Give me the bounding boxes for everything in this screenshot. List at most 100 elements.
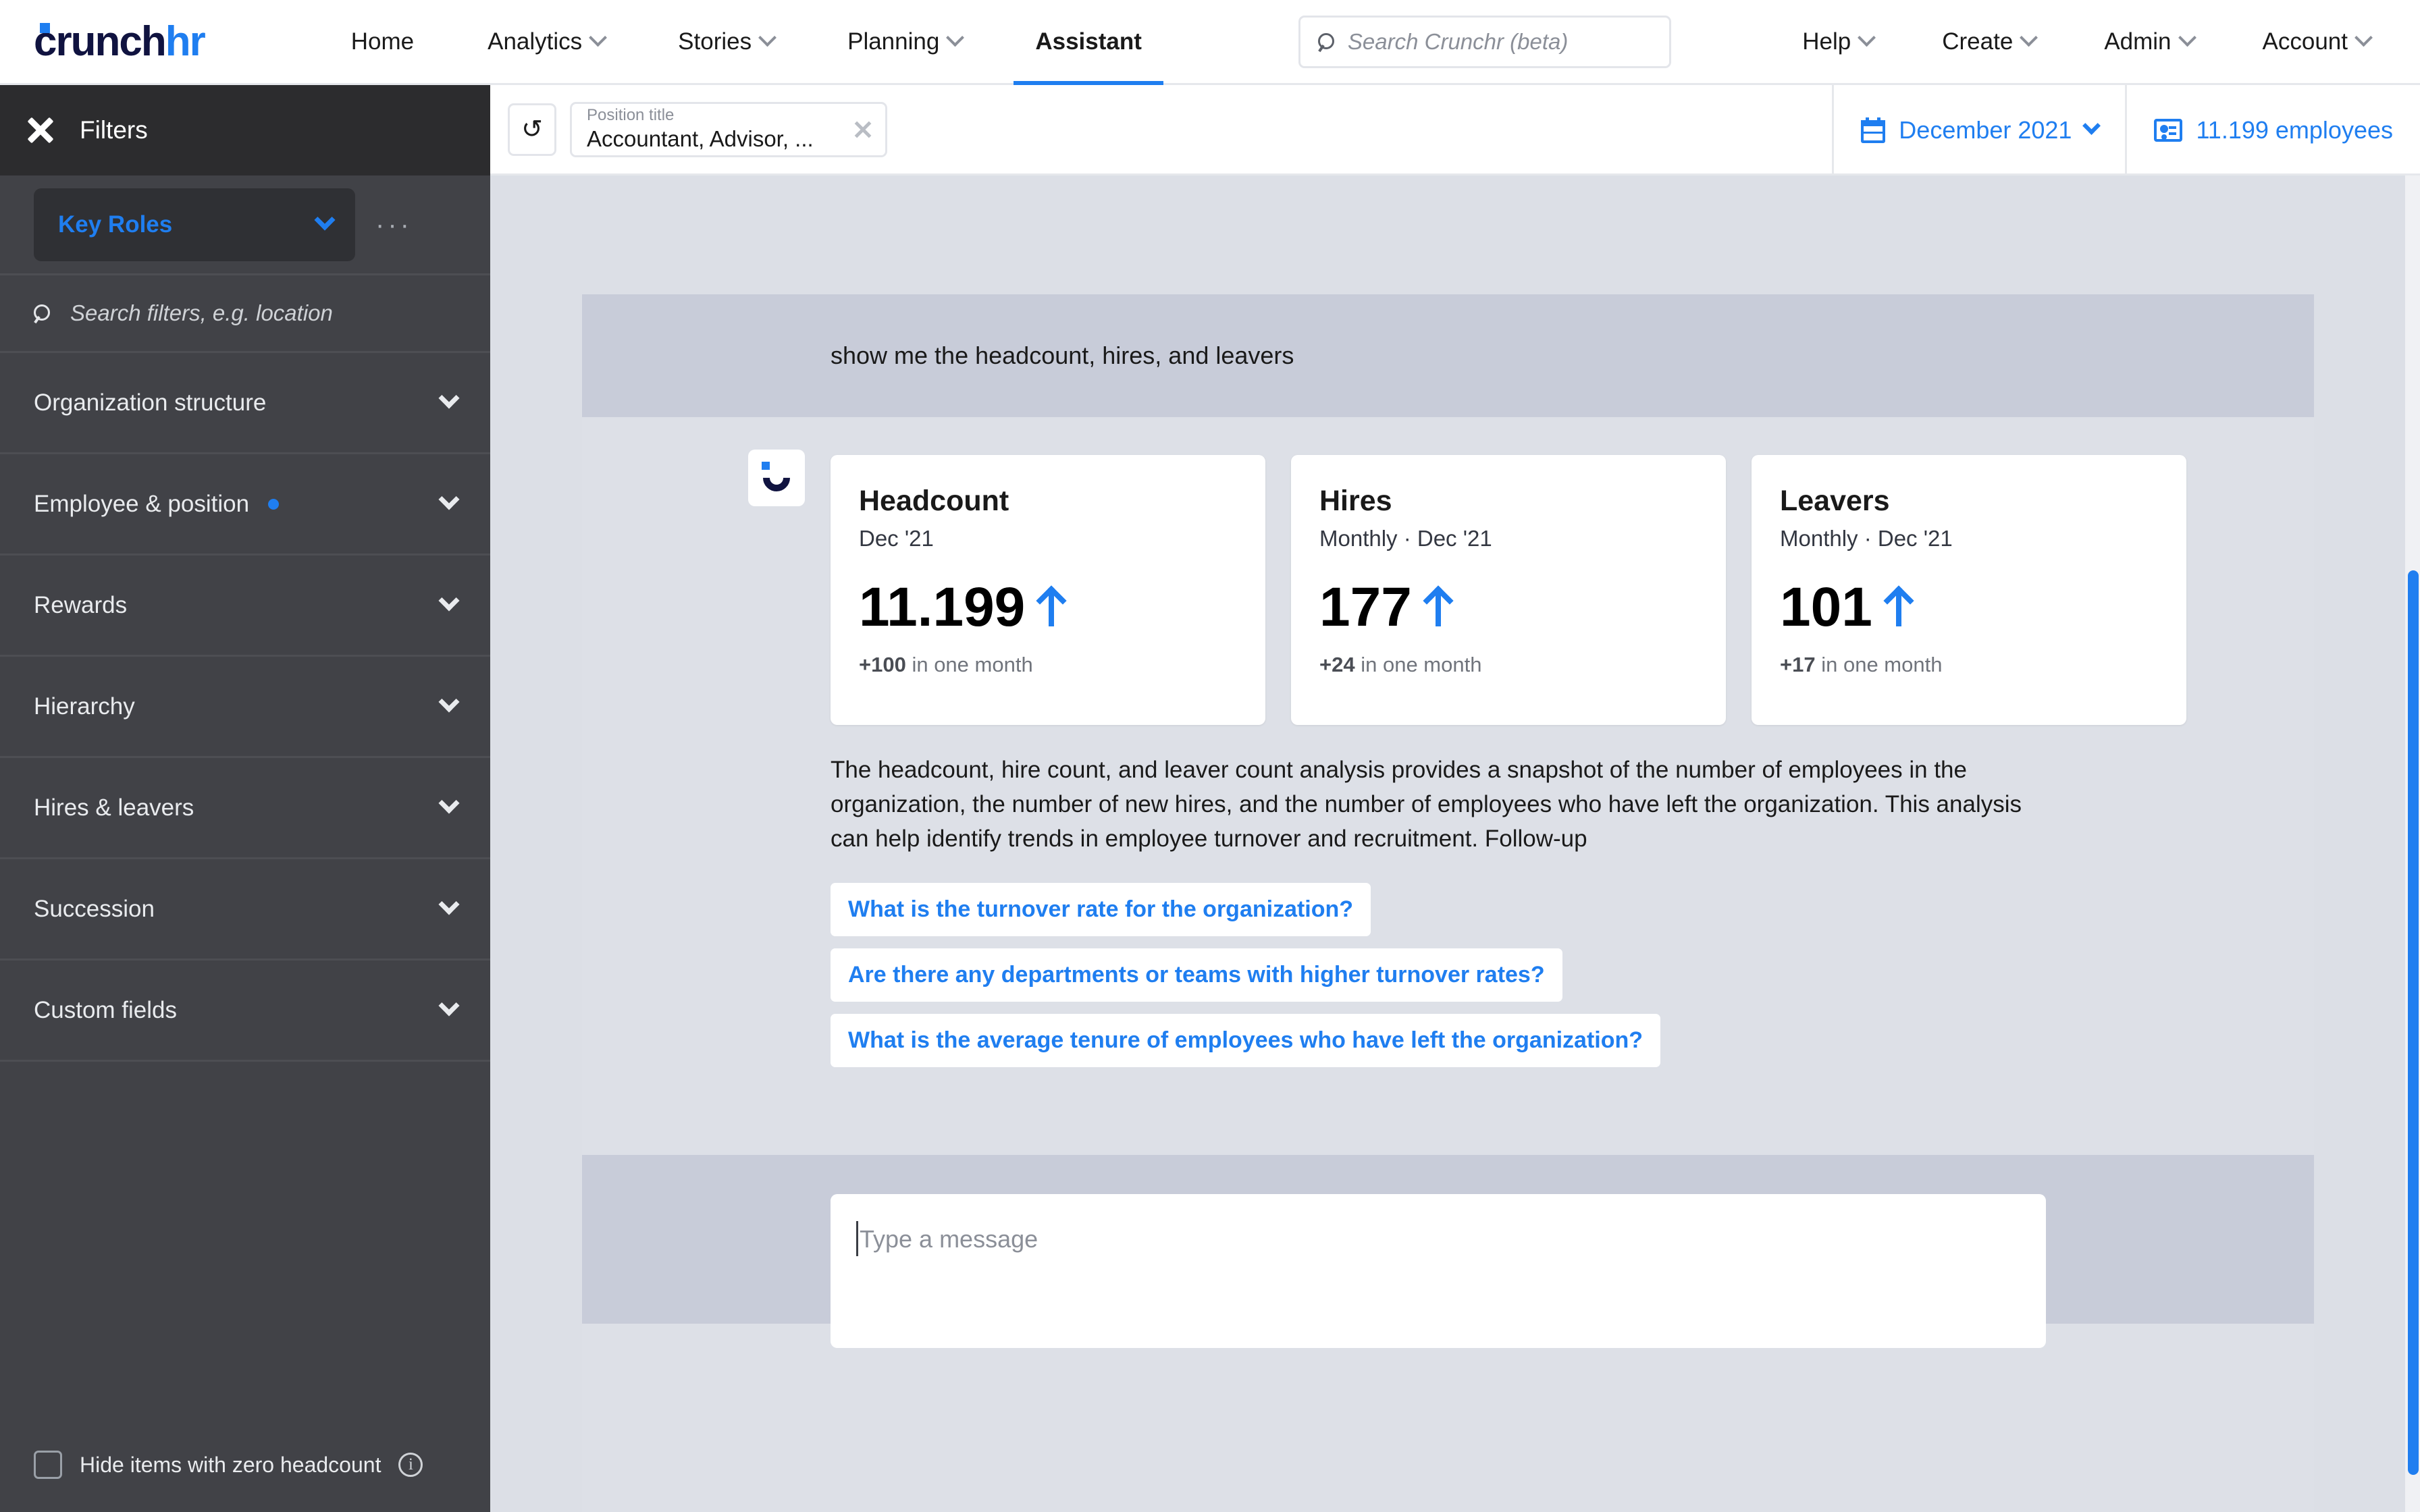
nav-item-label: Create xyxy=(1942,28,2014,55)
assistant-explanation-text: The headcount, hire count, and leaver co… xyxy=(831,757,2022,852)
nav-item-label: Assistant xyxy=(1035,28,1142,55)
nav-item-admin[interactable]: Admin xyxy=(2082,0,2215,84)
filter-search-input[interactable]: Search filters, e.g. location xyxy=(0,273,490,353)
chat-bottom-spacer xyxy=(582,1067,2314,1156)
metric-card-delta-suffix: in one month xyxy=(1361,653,1482,677)
assistant-response: Headcount Dec '21 11.199 +100 in one mon… xyxy=(582,417,2314,1068)
employee-count-label: 11.199 employees xyxy=(2196,116,2393,144)
nav-item-home[interactable]: Home xyxy=(330,0,436,84)
nav-item-create[interactable]: Create xyxy=(1920,0,2057,84)
user-message: show me the headcount, hires, and leaver… xyxy=(582,294,2314,417)
period-selector[interactable]: December 2021 xyxy=(1832,85,2125,176)
chevron-down-icon xyxy=(438,589,460,611)
logo-text-blue: hr xyxy=(165,18,206,65)
search-icon xyxy=(34,304,51,322)
metric-card-hires[interactable]: Hires Monthly · Dec '21 177 +24 in one m… xyxy=(1291,455,1726,725)
filter-chip-value: Accountant, Advisor, ... xyxy=(587,126,814,151)
metric-card-leavers[interactable]: Leavers Monthly · Dec '21 101 +17 in one… xyxy=(1752,455,2186,725)
sidebar-item-label: Succession xyxy=(34,895,155,922)
trend-up-arrow-icon xyxy=(1040,589,1063,626)
main-scrollbar-thumb[interactable] xyxy=(2408,570,2419,1475)
metric-card-title: Headcount xyxy=(859,485,1009,517)
trend-up-arrow-icon xyxy=(1427,589,1450,626)
sidebar-item-employee-position[interactable]: Employee & position xyxy=(0,454,490,556)
nav-item-label: Help xyxy=(1802,28,1851,55)
message-input[interactable]: Type a message xyxy=(831,1194,2046,1349)
nav-item-stories[interactable]: Stories xyxy=(656,0,795,84)
followup-suggestions: What is the turnover rate for the organi… xyxy=(831,883,2314,1068)
nav-item-label: Admin xyxy=(2104,28,2172,55)
metric-card-delta-value: +24 xyxy=(1319,653,1355,677)
chevron-down-icon xyxy=(758,28,777,47)
message-input-placeholder: Type a message xyxy=(856,1221,1038,1257)
sidebar-item-rewards[interactable]: Rewards xyxy=(0,556,490,657)
metric-card-delta: +24 in one month xyxy=(1319,653,1698,677)
hide-zero-headcount-checkbox[interactable] xyxy=(34,1451,62,1479)
info-icon[interactable]: i xyxy=(398,1453,423,1477)
nav-item-analytics[interactable]: Analytics xyxy=(466,0,626,84)
metric-card-value: 101 xyxy=(1780,576,1872,639)
active-filter-chip-position-title[interactable]: Position title Accountant, Advisor, ... xyxy=(570,101,887,157)
filter-search-placeholder: Search filters, e.g. location xyxy=(70,300,333,325)
hide-zero-headcount-label: Hide items with zero headcount xyxy=(80,1452,382,1477)
composer-band: Type a message xyxy=(582,1155,2314,1349)
suggestion-chip-turnover-rate[interactable]: What is the turnover rate for the organi… xyxy=(831,883,1371,937)
sidebar-item-label: Hierarchy xyxy=(34,693,135,720)
metric-card-value-row: 101 xyxy=(1780,580,2158,635)
chevron-down-icon xyxy=(314,209,336,230)
nav-item-assistant[interactable]: Assistant xyxy=(1014,0,1163,86)
filters-panel-toggle[interactable]: Filters xyxy=(0,85,490,176)
chevron-down-icon xyxy=(438,691,460,712)
metric-card-delta: +17 in one month xyxy=(1780,653,2158,677)
active-filter-indicator-dot xyxy=(268,498,280,510)
nav-item-account[interactable]: Account xyxy=(2241,0,2392,84)
key-roles-dropdown[interactable]: Key Roles xyxy=(34,188,355,261)
filters-sidebar: Key Roles ··· Search filters, e.g. locat… xyxy=(0,176,490,1512)
metric-cards: Headcount Dec '21 11.199 +100 in one mon… xyxy=(831,455,2314,725)
trend-up-arrow-icon xyxy=(1887,589,1910,626)
global-search-placeholder: Search Crunchr (beta) xyxy=(1347,28,1569,54)
main-scrollbar-track[interactable] xyxy=(2405,176,2420,1512)
reset-filters-button[interactable]: ↺ xyxy=(508,103,556,156)
primary-nav: Home Analytics Stories Planning Assistan… xyxy=(330,0,1163,86)
suggestion-chip-average-tenure[interactable]: What is the average tenure of employees … xyxy=(831,1014,1661,1068)
hide-zero-headcount-row: Hide items with zero headcount i xyxy=(0,1418,490,1512)
chevron-down-icon xyxy=(438,488,460,510)
metric-card-headcount[interactable]: Headcount Dec '21 11.199 +100 in one mon… xyxy=(831,455,1265,725)
metric-card-delta: +100 in one month xyxy=(859,653,1237,677)
global-search-input[interactable]: Search Crunchr (beta) xyxy=(1298,15,1671,68)
search-icon xyxy=(1317,32,1336,51)
metric-card-delta-suffix: in one month xyxy=(912,653,1033,677)
nav-item-help[interactable]: Help xyxy=(1781,0,1895,84)
sidebar-item-hires-leavers[interactable]: Hires & leavers xyxy=(0,758,490,859)
sidebar-item-custom-fields[interactable]: Custom fields xyxy=(0,961,490,1062)
sidebar-item-label: Organization structure xyxy=(34,389,267,416)
sidebar-item-succession[interactable]: Succession xyxy=(0,859,490,961)
chevron-down-icon xyxy=(438,387,460,408)
close-icon[interactable] xyxy=(853,119,873,140)
metric-card-delta-value: +100 xyxy=(859,653,906,677)
chevron-down-icon xyxy=(2355,28,2373,47)
calendar-icon xyxy=(1861,117,1886,143)
nav-item-planning[interactable]: Planning xyxy=(826,0,983,84)
crunchr-logo[interactable]: crunch hr xyxy=(34,18,206,65)
filter-bar: Filters ↺ Position title Accountant, Adv… xyxy=(0,85,2420,176)
sidebar-header: Key Roles ··· xyxy=(0,176,490,273)
sidebar-item-hierarchy[interactable]: Hierarchy xyxy=(0,657,490,758)
sidebar-more-menu-button[interactable]: ··· xyxy=(375,211,413,238)
sidebar-item-label: Employee & position xyxy=(34,490,250,517)
metric-card-value-row: 11.199 xyxy=(859,580,1237,635)
employee-count-indicator[interactable]: 11.199 employees xyxy=(2125,85,2420,176)
filters-toggle-label: Filters xyxy=(80,116,148,144)
sidebar-item-label: Rewards xyxy=(34,591,128,618)
reset-filters-icon: ↺ xyxy=(521,115,543,144)
nav-item-label: Account xyxy=(2262,28,2348,55)
metric-card-value-row: 177 xyxy=(1319,580,1698,635)
sidebar-item-label: Hires & leavers xyxy=(34,794,194,821)
suggestion-chip-department-turnover[interactable]: Are there any departments or teams with … xyxy=(831,948,1562,1002)
metric-card-title: Hires xyxy=(1319,485,1392,517)
chevron-down-icon xyxy=(1858,28,1876,47)
logo-dot-accent xyxy=(40,23,50,33)
sidebar-item-organization-structure[interactable]: Organization structure xyxy=(0,353,490,454)
